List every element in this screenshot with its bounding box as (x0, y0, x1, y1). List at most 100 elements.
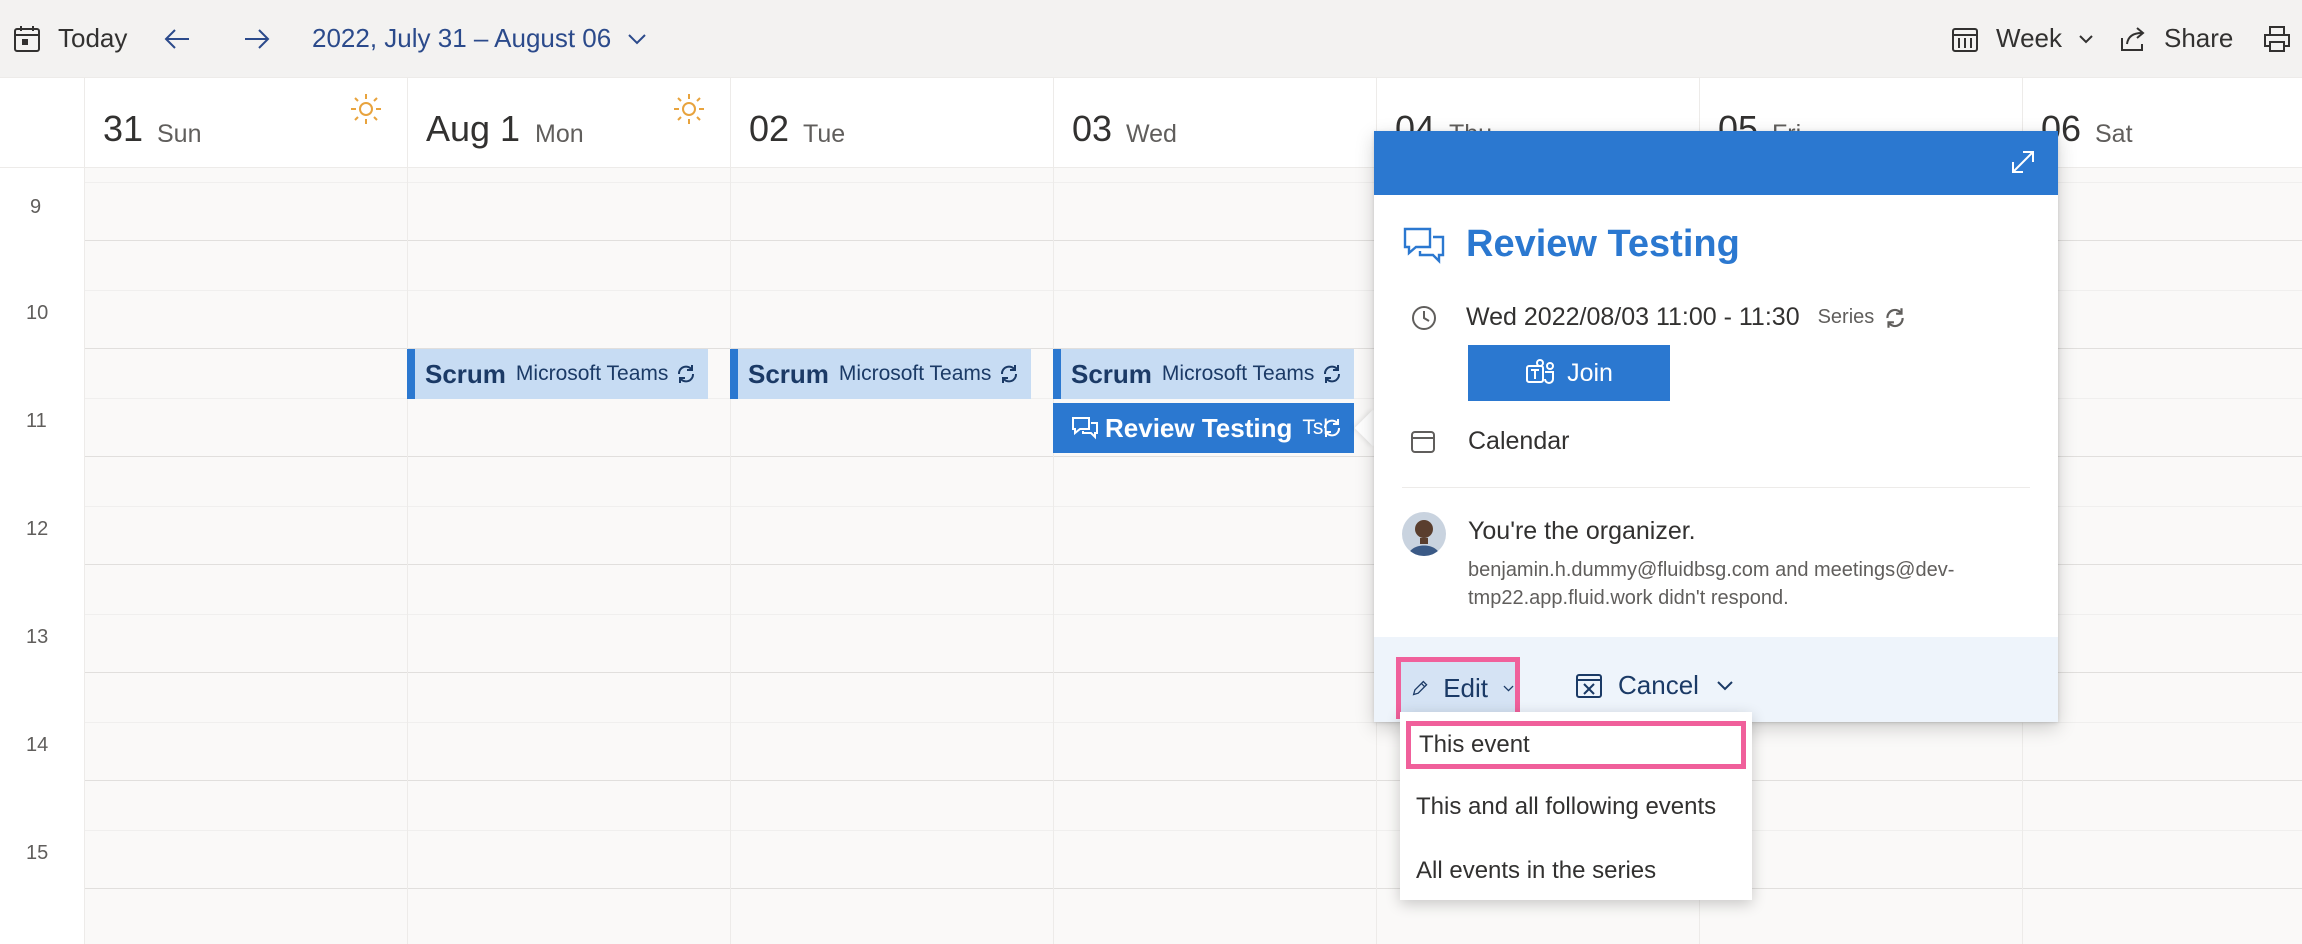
repeat-icon (678, 365, 694, 383)
today-button[interactable]: Today (12, 0, 127, 78)
hour-label: 13 (26, 626, 49, 648)
day-number: Aug 1 (426, 108, 521, 149)
calendar-icon (1411, 430, 1435, 453)
chevron-down-icon (1717, 681, 1733, 691)
edit-options-menu: This event This and all following events… (1400, 712, 1752, 900)
hour-label: 14 (26, 734, 49, 756)
day-name: Sat (2095, 120, 2133, 148)
edit-label: Edit (1443, 672, 1488, 703)
join-label: Join (1567, 358, 1613, 387)
popup-actions-bar: Edit Cancel (1374, 637, 2058, 722)
chat-icon (1403, 227, 1445, 264)
repeat-icon (1001, 365, 1017, 383)
repeat-icon (1886, 307, 1904, 328)
printer-icon (2264, 25, 2290, 52)
join-button[interactable]: Join (1468, 345, 1670, 401)
hour-label: 15 (26, 842, 49, 864)
avatar (1402, 512, 1446, 556)
share-label: Share (2164, 23, 2234, 53)
popup-divider (1402, 487, 2030, 488)
teams-icon (1526, 359, 1555, 384)
calendar-cancel-icon (1576, 674, 1602, 698)
event-review-testing-wed[interactable]: Review Testing Tsl (1053, 403, 1354, 453)
hour-label: 11 (26, 410, 47, 432)
grid-line (84, 830, 2302, 831)
event-title: Scrum (425, 358, 506, 389)
attendee-responses: benjamin.h.dummy@fluidbsg.com and meetin… (1468, 559, 1955, 609)
clock-icon (1412, 305, 1436, 330)
calendar-toolbar: Today 2022, July 31 – August 06 Week Sha… (0, 0, 2302, 78)
day-number: 03 (1072, 108, 1113, 149)
view-switcher-button[interactable]: Week (1950, 0, 2096, 78)
hour-label: 9 (30, 196, 42, 218)
day-header-sat[interactable]: 06 Sat (2022, 78, 2302, 168)
day-name: Sun (157, 120, 202, 148)
day-name: Wed (1126, 120, 1177, 148)
chevron-down-icon (2079, 34, 2093, 43)
chat-icon (1072, 417, 1098, 440)
event-scrum-tue[interactable]: Scrum Microsoft Teams (730, 349, 1031, 399)
popup-title-row: Review Testing (1402, 223, 1740, 266)
chevron-down-icon (628, 33, 646, 44)
event-title: Review Testing (1466, 223, 1740, 265)
grid-line (84, 722, 2302, 723)
pencil-icon (1412, 680, 1428, 696)
event-title: Scrum (748, 358, 829, 389)
share-button[interactable]: Share (2118, 0, 2233, 78)
grid-line (84, 780, 2302, 781)
popup-time-row: Wed 2022/08/03 11:00 - 11:30 Series (1410, 303, 1908, 332)
event-details-popup: Review Testing Wed 2022/08/03 11:00 - 11… (1374, 131, 2058, 722)
day-name: Mon (535, 120, 584, 148)
repeat-icon (1324, 365, 1340, 383)
column-divider (1053, 168, 1054, 944)
event-scrum-mon[interactable]: Scrum Microsoft Teams (407, 349, 708, 399)
event-location: Microsoft Teams (838, 362, 992, 385)
previous-week-button[interactable] (162, 0, 208, 78)
event-location: Microsoft Teams (1161, 362, 1315, 385)
menu-item-this-event[interactable]: This event (1406, 721, 1746, 769)
repeat-icon (1324, 419, 1340, 437)
calendar-today-icon (14, 25, 40, 52)
series-label: Series (1817, 306, 1875, 328)
day-header-mon[interactable]: Aug 1 Mon (407, 78, 730, 168)
arrow-right-icon (245, 28, 270, 49)
time-gutter: 9 10 11 12 13 14 15 (0, 168, 84, 944)
organizer-status: You're the organizer. (1468, 517, 1696, 545)
today-label: Today (58, 23, 128, 53)
menu-item-this-and-following[interactable]: This and all following events (1400, 779, 1752, 835)
hour-label: 10 (26, 302, 49, 324)
date-range-dropdown[interactable] (622, 0, 668, 78)
event-title: Scrum (1071, 358, 1152, 389)
column-divider (407, 168, 408, 944)
day-number: 31 (103, 108, 144, 149)
event-location: Microsoft Teams (515, 362, 669, 385)
popup-header-bar (1374, 131, 2058, 195)
day-header-sun[interactable]: 31 Sun (84, 78, 407, 168)
expand-icon[interactable] (2008, 147, 2038, 177)
day-header-tue[interactable]: 02 Tue (730, 78, 1053, 168)
print-button[interactable] (2262, 0, 2302, 78)
cancel-event-button[interactable]: Cancel (1574, 657, 1735, 713)
calendar-week-icon (1952, 27, 1978, 52)
view-label: Week (1996, 23, 2062, 53)
menu-item-all-in-series[interactable]: All events in the series (1400, 843, 1752, 899)
cancel-label: Cancel (1618, 669, 1699, 700)
sun-icon (674, 94, 704, 124)
arrow-left-icon (164, 28, 189, 49)
column-divider (730, 168, 731, 944)
day-name: Tue (803, 120, 846, 148)
popup-calendar-row: Calendar (1410, 427, 1569, 456)
share-icon (2121, 26, 2145, 51)
edit-button[interactable]: Edit (1396, 657, 1520, 719)
date-range-label[interactable]: 2022, July 31 – August 06 (312, 0, 611, 78)
grid-line (84, 888, 2302, 889)
column-divider (84, 168, 85, 944)
event-title: Review Testing (1105, 412, 1293, 443)
chevron-down-icon (1503, 685, 1514, 692)
hour-label: 12 (26, 518, 49, 540)
day-number: 02 (749, 108, 790, 149)
next-week-button[interactable] (242, 0, 288, 78)
day-header-wed[interactable]: 03 Wed (1053, 78, 1376, 168)
event-scrum-wed[interactable]: Scrum Microsoft Teams (1053, 349, 1354, 399)
sun-icon (351, 94, 381, 124)
